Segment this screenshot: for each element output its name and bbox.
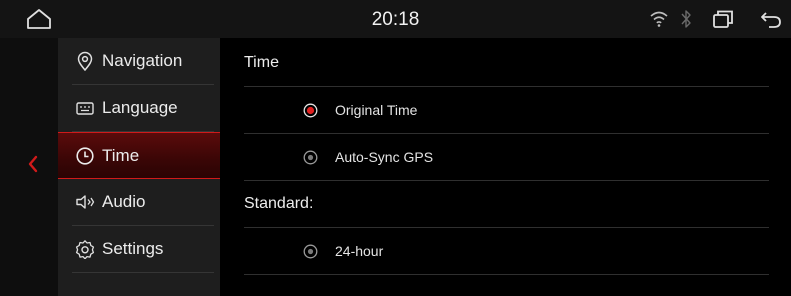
section-header-time: Time bbox=[220, 40, 791, 87]
sidebar-item-label: Time bbox=[102, 146, 140, 165]
back-icon[interactable] bbox=[760, 9, 782, 29]
bluetooth-icon bbox=[681, 10, 691, 28]
speaker-icon bbox=[76, 195, 95, 209]
option-label: Original Time bbox=[335, 102, 418, 118]
sidebar-item-time[interactable]: Time bbox=[58, 132, 220, 179]
radio-selected-icon[interactable] bbox=[303, 103, 318, 118]
recent-apps-icon[interactable] bbox=[712, 9, 734, 29]
status-bar: 20:18 bbox=[0, 0, 791, 38]
clock-icon bbox=[76, 147, 94, 165]
chevron-left-icon[interactable] bbox=[26, 153, 40, 175]
section-title: Standard: bbox=[244, 195, 314, 212]
time-settings-panel: Time Original Time Auto-Sync GPS Standar… bbox=[220, 38, 791, 296]
left-strip bbox=[0, 38, 58, 296]
sidebar-item-label: Language bbox=[102, 98, 178, 117]
radio-unselected-icon[interactable] bbox=[303, 244, 318, 259]
radio-unselected-icon[interactable] bbox=[303, 150, 318, 165]
section-title: Time bbox=[244, 54, 279, 71]
option-24-hour[interactable]: 24-hour bbox=[220, 228, 791, 275]
option-label: Auto-Sync GPS bbox=[335, 149, 434, 165]
option-auto-sync-gps[interactable]: Auto-Sync GPS bbox=[220, 134, 791, 181]
sidebar-item-audio[interactable]: Audio bbox=[58, 179, 220, 226]
keyboard-icon bbox=[76, 102, 94, 115]
divider bbox=[244, 274, 769, 275]
section-header-standard: Standard: bbox=[220, 181, 791, 228]
gear-icon bbox=[75, 240, 95, 259]
divider bbox=[72, 272, 214, 273]
sidebar-item-navigation[interactable]: Navigation bbox=[58, 38, 220, 85]
wifi-icon bbox=[650, 11, 668, 27]
status-clock: 20:18 bbox=[371, 9, 420, 30]
sidebar-item-settings[interactable]: Settings bbox=[58, 226, 220, 273]
location-pin-icon bbox=[77, 51, 93, 71]
sidebar-item-label: Settings bbox=[102, 239, 164, 258]
sidebar: Navigation Language Time Audio Settings bbox=[58, 38, 220, 296]
sidebar-item-label: Audio bbox=[102, 192, 146, 211]
option-label: 24-hour bbox=[335, 243, 384, 259]
sidebar-item-language[interactable]: Language bbox=[58, 85, 220, 132]
sidebar-item-label: Navigation bbox=[102, 51, 183, 70]
option-original-time[interactable]: Original Time bbox=[220, 87, 791, 134]
